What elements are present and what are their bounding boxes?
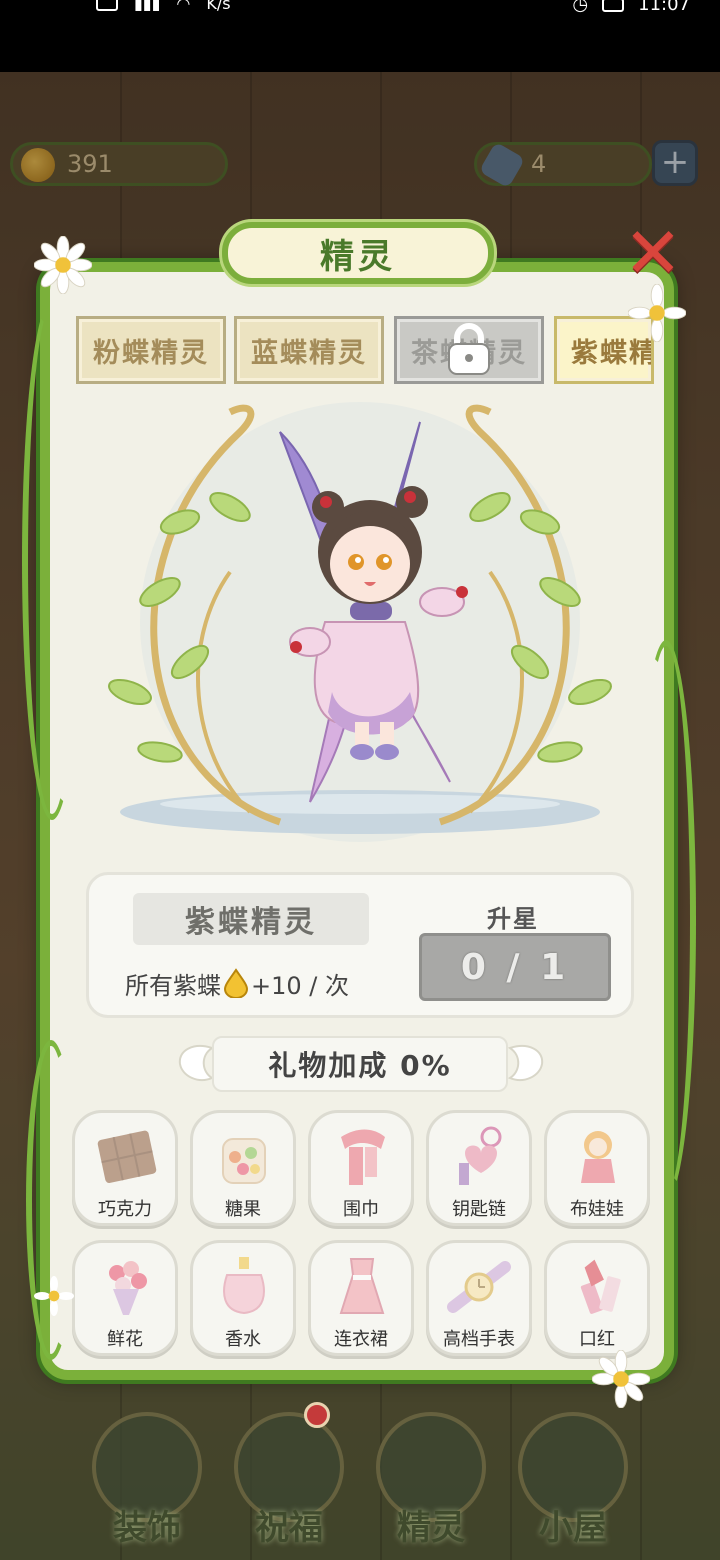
wing-icon	[178, 1045, 214, 1082]
gift-keychain[interactable]: 钥匙链	[426, 1110, 532, 1226]
daisy-icon	[34, 1276, 74, 1316]
signal-icon: ▮▮▮	[134, 0, 161, 13]
nav-label: 装饰	[113, 1508, 181, 1548]
battery-icon	[602, 0, 625, 12]
clock: 11:07	[638, 0, 690, 15]
daisy-icon	[34, 236, 92, 294]
gift-label: 口红	[579, 1329, 615, 1350]
tab-label: 蓝蝶精灵	[251, 337, 367, 369]
wing-icon	[508, 1045, 544, 1082]
gift-label: 糖果	[225, 1199, 261, 1220]
gift-doll[interactable]: 布娃娃	[544, 1110, 650, 1226]
doll-icon	[581, 1131, 615, 1183]
close-button[interactable]: ✕	[622, 218, 684, 288]
status-bar: ▮▮▮ ◠ K/s ◷ 11:07	[0, 0, 720, 72]
lipstick-icon	[580, 1259, 621, 1314]
lock-icon	[448, 323, 490, 375]
scarf-icon	[341, 1129, 385, 1185]
nav-sprite[interactable]: 精灵	[366, 1400, 496, 1560]
gift-flower[interactable]: 鲜花	[72, 1240, 178, 1356]
gift-label: 高档手表	[443, 1329, 515, 1350]
status-left: ▮▮▮ ◠ K/s	[96, 0, 231, 13]
tab-pink-butterfly[interactable]: 粉蝶精灵	[76, 316, 226, 384]
bonus-row: 所有紫蝶 +10 / 次	[125, 963, 349, 1003]
watch-icon	[447, 1261, 511, 1313]
gift-label: 布娃娃	[570, 1199, 624, 1220]
drop-icon	[223, 968, 249, 998]
upgrade-star-button[interactable]: 0 / 1	[419, 933, 611, 1001]
alarm-icon: ◷	[572, 0, 589, 15]
sprite-showcase	[108, 402, 612, 842]
vine-decoration	[636, 640, 696, 1200]
chocolate-icon	[97, 1130, 157, 1183]
nav-blessing[interactable]: 祝福	[224, 1400, 354, 1560]
gift-perfume[interactable]: 香水	[190, 1240, 296, 1356]
tab-tea-butterfly[interactable]: 茶蝶精灵	[394, 316, 544, 384]
vine-decoration	[22, 300, 82, 820]
gift-dress[interactable]: 连衣裙	[308, 1240, 414, 1356]
sprite-name: 紫蝶精灵	[133, 893, 369, 945]
sprite-info-card: 紫蝶精灵 所有紫蝶 +10 / 次 升星 0 / 1	[86, 872, 634, 1018]
network-speed: K/s	[206, 0, 231, 13]
candy-icon	[222, 1138, 266, 1184]
gift-watch[interactable]: 高档手表	[426, 1240, 532, 1356]
notification-badge	[304, 1402, 330, 1428]
nav-label: 祝福	[255, 1508, 323, 1548]
bottom-nav: 装饰 祝福 精灵 小屋	[0, 1400, 720, 1560]
gift-label: 鲜花	[107, 1329, 143, 1350]
nav-decorate[interactable]: 装饰	[82, 1400, 212, 1560]
bonus-suffix: +10 / 次	[251, 971, 349, 1000]
gift-lipstick[interactable]: 口红	[544, 1240, 650, 1356]
nav-label: 精灵	[397, 1508, 465, 1548]
notification-icon	[96, 0, 118, 11]
wifi-icon: ◠	[176, 0, 191, 13]
nav-label: 小屋	[539, 1508, 607, 1548]
gift-candy[interactable]: 糖果	[190, 1110, 296, 1226]
perfume-icon	[223, 1257, 265, 1315]
scarf	[350, 602, 392, 620]
nav-house[interactable]: 小屋	[508, 1400, 638, 1560]
daisy-icon	[592, 1350, 650, 1408]
flower-icon	[109, 1261, 147, 1315]
gift-label: 围巾	[343, 1199, 379, 1220]
gift-bonus: 礼物加成 0%	[212, 1036, 508, 1092]
status-right: ◷ 11:07	[572, 0, 690, 15]
gift-label: 连衣裙	[334, 1329, 388, 1350]
gift-chocolate[interactable]: 巧克力	[72, 1110, 178, 1226]
sprite-face	[330, 526, 410, 602]
gift-label: 巧克力	[98, 1199, 152, 1220]
keychain-icon	[459, 1126, 502, 1185]
tab-label: 粉蝶精灵	[93, 337, 209, 369]
gift-label: 钥匙链	[452, 1199, 506, 1220]
tab-blue-butterfly[interactable]: 蓝蝶精灵	[234, 316, 384, 384]
dress-icon	[339, 1258, 385, 1314]
gift-label: 香水	[225, 1329, 261, 1350]
upgrade-label: 升星	[487, 905, 539, 933]
modal-title: 精灵	[222, 222, 494, 284]
bonus-prefix: 所有紫蝶	[125, 971, 221, 1000]
gift-scarf[interactable]: 围巾	[308, 1110, 414, 1226]
